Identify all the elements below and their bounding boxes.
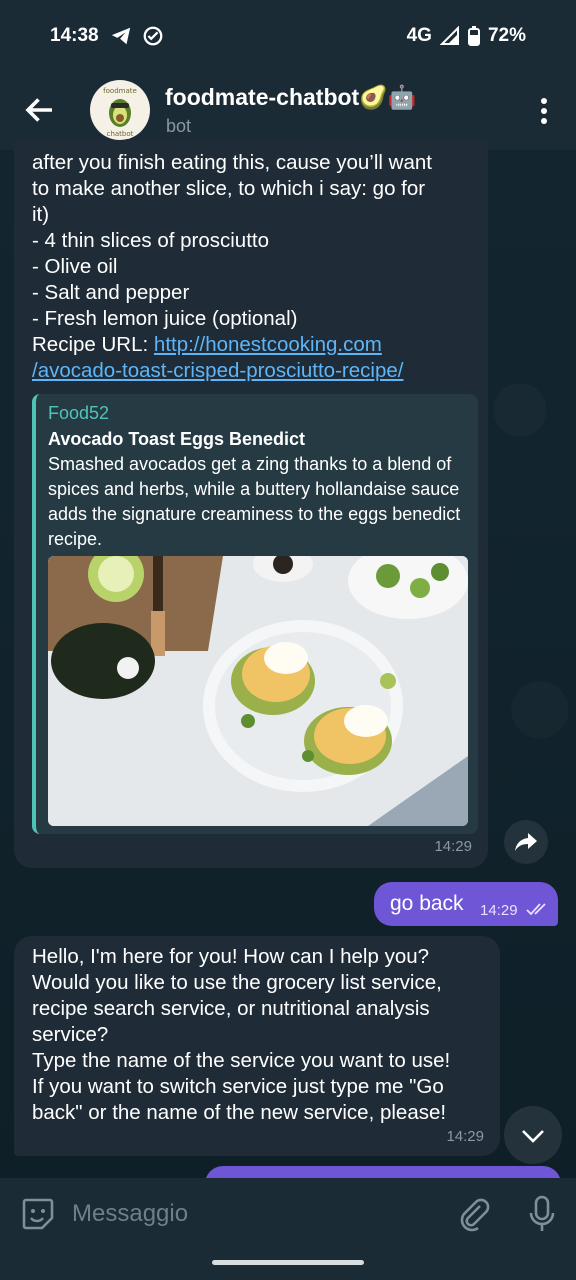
home-gesture-handle[interactable] (212, 1260, 364, 1265)
message-input-bar (0, 1178, 576, 1248)
message-bubble-outgoing[interactable]: go back 14:29 (374, 882, 558, 926)
eggs-benedict-photo (48, 556, 468, 826)
chevron-down-icon[interactable] (504, 1106, 562, 1164)
message-text: after you finish eating this, cause you’… (32, 150, 482, 384)
preview-description: Smashed avocados get a zing thanks to a … (48, 454, 461, 549)
recipe-url-line: Recipe URL: http://honestcooking.com (32, 332, 482, 358)
link-preview[interactable]: Food52 Avocado Toast Eggs Benedict Smash… (32, 394, 478, 834)
message-line: to make another slice, to which i say: g… (32, 177, 426, 200)
message-line: If you want to switch service just type … (32, 1075, 444, 1098)
message-text: go back (390, 892, 464, 915)
telegram-icon (111, 27, 131, 45)
preview-image[interactable] (48, 556, 468, 826)
message-line: Would you like to use the grocery list s… (32, 971, 442, 994)
message-line: after you finish eating this, cause you’… (32, 151, 432, 174)
more-vertical-icon[interactable] (534, 96, 554, 126)
signal-icon (439, 26, 459, 45)
message-line: - Fresh lemon juice (optional) (32, 307, 298, 330)
avatar-text-bottom: chatbot (107, 130, 134, 138)
status-time: 14:38 (50, 25, 99, 46)
message-line: service? (32, 1023, 109, 1046)
microphone-icon[interactable] (524, 1194, 560, 1234)
chat-title[interactable]: foodmate-chatbot🥑🤖 (165, 84, 416, 111)
network-type: 4G (406, 25, 432, 46)
message-line: Hello, I'm here for you! How can I help … (32, 945, 430, 968)
avatar[interactable]: foodmate chatbot (90, 80, 150, 140)
sticker-emoji-icon[interactable] (20, 1196, 56, 1232)
avocado-logo-icon: foodmate chatbot (91, 81, 149, 139)
check-circle-icon (143, 26, 163, 46)
paperclip-icon[interactable] (456, 1196, 492, 1232)
message-line: - Olive oil (32, 255, 118, 278)
preview-site-name: Food52 (48, 403, 110, 423)
chat-header: foodmate chatbot foodmate-chatbot🥑🤖 bot (0, 72, 576, 150)
message-time: 14:29 (434, 838, 472, 855)
forward-share-icon[interactable] (504, 820, 548, 864)
message-time: 14:29 (446, 1128, 484, 1145)
message-line: Type the name of the service you want to… (32, 1049, 451, 1072)
battery-level: 72% (487, 25, 526, 46)
status-notification-icons (110, 25, 164, 47)
back-arrow-icon[interactable] (22, 92, 58, 128)
message-bubble-incoming[interactable]: after you finish eating this, cause you’… (14, 140, 488, 868)
status-bar: 14:38 4G 72% (0, 0, 576, 72)
message-text: Hello, I'm here for you! How can I help … (32, 944, 490, 1126)
avatar-text-top: foodmate (103, 87, 137, 95)
message-line: recipe search service, or nutritional an… (32, 997, 430, 1020)
message-time: 14:29 (480, 902, 518, 919)
status-right: 4G 72% (407, 25, 526, 47)
message-line: it) (32, 203, 50, 226)
battery-icon (467, 26, 480, 46)
message-line: - 4 thin slices of prosciutto (32, 229, 269, 252)
message-bubble-incoming[interactable]: Hello, I'm here for you! How can I help … (14, 936, 500, 1156)
message-input[interactable] (70, 1198, 434, 1230)
message-line: back" or the name of the new service, pl… (32, 1101, 447, 1124)
chat-subtitle: bot (166, 116, 192, 136)
recipe-url-link-continued[interactable]: /avocado-toast-crisped-prosciutto-recipe… (32, 359, 403, 382)
double-check-icon (526, 903, 546, 916)
preview-title: Avocado Toast Eggs Benedict (48, 429, 306, 449)
recipe-url-label: Recipe URL: (32, 333, 154, 356)
message-line: - Salt and pepper (32, 281, 190, 304)
system-navigation-bar (0, 1248, 576, 1280)
recipe-url-link[interactable]: http://honestcooking.com (154, 333, 382, 356)
